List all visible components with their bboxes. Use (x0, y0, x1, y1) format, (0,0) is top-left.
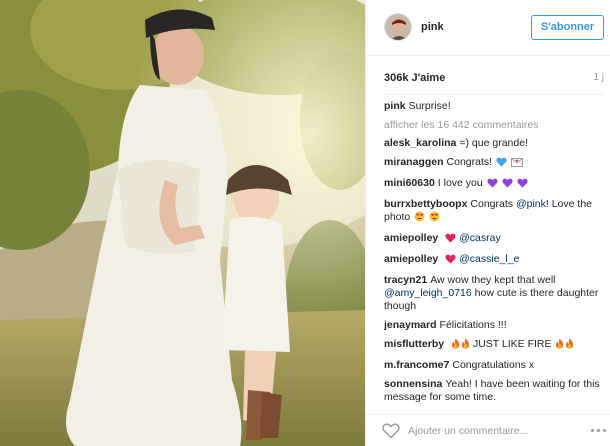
list-item: m.francome7 Congratulations x (384, 359, 602, 372)
post-side-panel: pink S'abonner 306k J'aime 1 j pink Surpr… (365, 0, 610, 446)
avatar-image (385, 14, 411, 40)
view-all-comments-link[interactable]: afficher les 16 442 commentaires (384, 119, 602, 131)
heart-outline-icon (382, 423, 400, 439)
list-item: tracyn21 Aw wow they kept that well @amy_… (384, 274, 602, 313)
comment-mention-link[interactable]: @amy_leigh_0716 (384, 287, 472, 299)
likes-count[interactable]: 306k J'aime (384, 72, 445, 84)
comment-username[interactable]: mini60630 (384, 177, 435, 189)
post-username[interactable]: pink (421, 21, 444, 33)
ellipsis-icon (591, 429, 594, 432)
fire-emoji-icon (555, 338, 564, 353)
comment-username[interactable]: tracyn21 (384, 274, 427, 286)
fire-emoji-icon (565, 338, 574, 353)
comment-username[interactable]: sonnensina (384, 378, 442, 390)
caption: pink Surprise! (384, 100, 602, 113)
like-button[interactable] (382, 423, 400, 439)
envelope-heart-emoji-icon (510, 157, 523, 171)
comment-username[interactable]: alesk_karolina (384, 137, 456, 149)
post-time[interactable]: 1 j (593, 72, 604, 83)
comment-text: I love you (437, 177, 483, 189)
comment-text: Aw wow they kept that well (430, 274, 556, 286)
follow-button[interactable]: S'abonner (531, 15, 604, 40)
photo-image (0, 0, 365, 446)
comment-username[interactable]: burrxbettyboopx (384, 198, 467, 210)
comment-username[interactable]: jenaymard (384, 319, 437, 331)
comment-input[interactable] (408, 422, 558, 440)
more-options-button[interactable] (590, 424, 606, 438)
list-item: sonnensina Yeah! I have been waiting for … (384, 378, 602, 404)
comments-list: pink Surprise! afficher les 16 442 commen… (384, 100, 602, 410)
comment-text: Félicitations !!! (439, 319, 507, 331)
comment-text: JUST LIKE FIRE (472, 338, 552, 350)
blue-heart-emoji-icon (496, 157, 507, 171)
comment-username[interactable]: amiepolley (384, 253, 438, 265)
comment-mention-link[interactable]: @cassie_l_e (459, 253, 519, 265)
comment-username[interactable]: miranaggen (384, 156, 444, 168)
fire-emoji-icon (451, 338, 460, 353)
purple-heart-emoji-icon (487, 178, 498, 192)
comment-footer (366, 414, 610, 446)
list-item: burrxbettyboopx Congrats @pink! Love the … (384, 198, 602, 226)
comment-username[interactable]: amiepolley (384, 232, 438, 244)
fire-emoji-icon (461, 338, 470, 353)
comment-username[interactable]: m.francome7 (384, 359, 449, 371)
comment-username[interactable]: misflutterby (384, 338, 444, 350)
ellipsis-dot (603, 429, 606, 432)
comment-text: Congrats (470, 198, 514, 210)
list-item: mini60630 I love you (384, 177, 602, 192)
ellipsis-dot (597, 429, 600, 432)
post-header: pink S'abonner (366, 0, 610, 56)
list-item: amiepolley @cassie_l_e (384, 253, 602, 268)
comment-mention-link[interactable]: @pink (516, 198, 546, 210)
comment-text: =) que grande! (459, 137, 528, 149)
purple-heart-emoji-icon (516, 178, 528, 192)
post-photo (0, 0, 365, 446)
comment-text: Congratulations x (452, 359, 535, 371)
caption-username[interactable]: pink (384, 100, 406, 112)
list-item: amiepolley @casray (384, 232, 602, 247)
red-heart-emoji-icon (445, 254, 456, 268)
list-item: alesk_karolina =) que grande! (384, 137, 602, 150)
heart-eyes-emoji-icon (429, 211, 440, 226)
comment-text: Congrats! (446, 156, 493, 168)
avatar[interactable] (384, 13, 412, 41)
purple-heart-emoji-icon (502, 178, 513, 192)
heart-eyes-emoji-icon (414, 211, 425, 226)
list-item: misflutterby JUST LIKE FIRE (384, 338, 602, 353)
red-heart-emoji-icon (445, 233, 456, 247)
list-item: miranaggen Congrats! (384, 156, 602, 171)
comment-mention-link[interactable]: @casray (459, 232, 501, 244)
caption-text: Surprise! (408, 100, 451, 112)
divider (384, 94, 604, 95)
likes-row: 306k J'aime 1 j (384, 72, 604, 88)
list-item: jenaymard Félicitations !!! (384, 319, 602, 332)
